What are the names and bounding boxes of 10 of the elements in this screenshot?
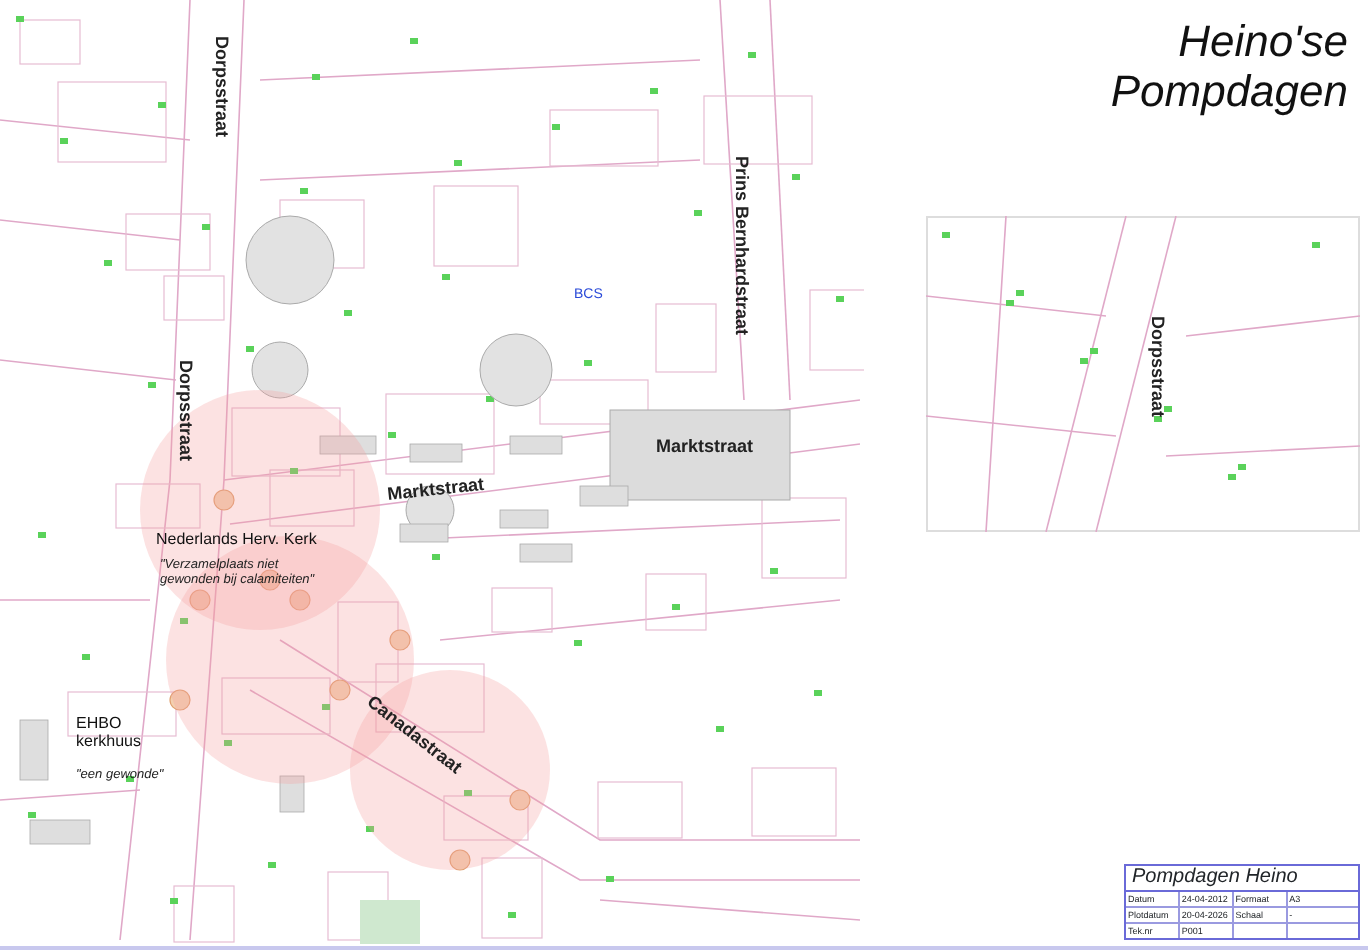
- street-label: Marktstraat: [386, 473, 485, 504]
- street-label: Prins Bernhardstraat: [732, 156, 752, 336]
- sheet-title: Heino'se Pompdagen: [1108, 16, 1348, 116]
- place-label: EHBO kerkhuus: [76, 714, 141, 751]
- street-label: Dorpsstraat: [176, 360, 196, 462]
- place-label: Nederlands Herv. Kerk: [156, 530, 317, 548]
- title-block-heading: Pompdagen Heino: [1126, 866, 1358, 892]
- street-label: Dorpsstraat: [212, 36, 232, 138]
- street-label: Marktstraat: [656, 436, 754, 456]
- street-label: Dorpsstraat: [1148, 316, 1168, 418]
